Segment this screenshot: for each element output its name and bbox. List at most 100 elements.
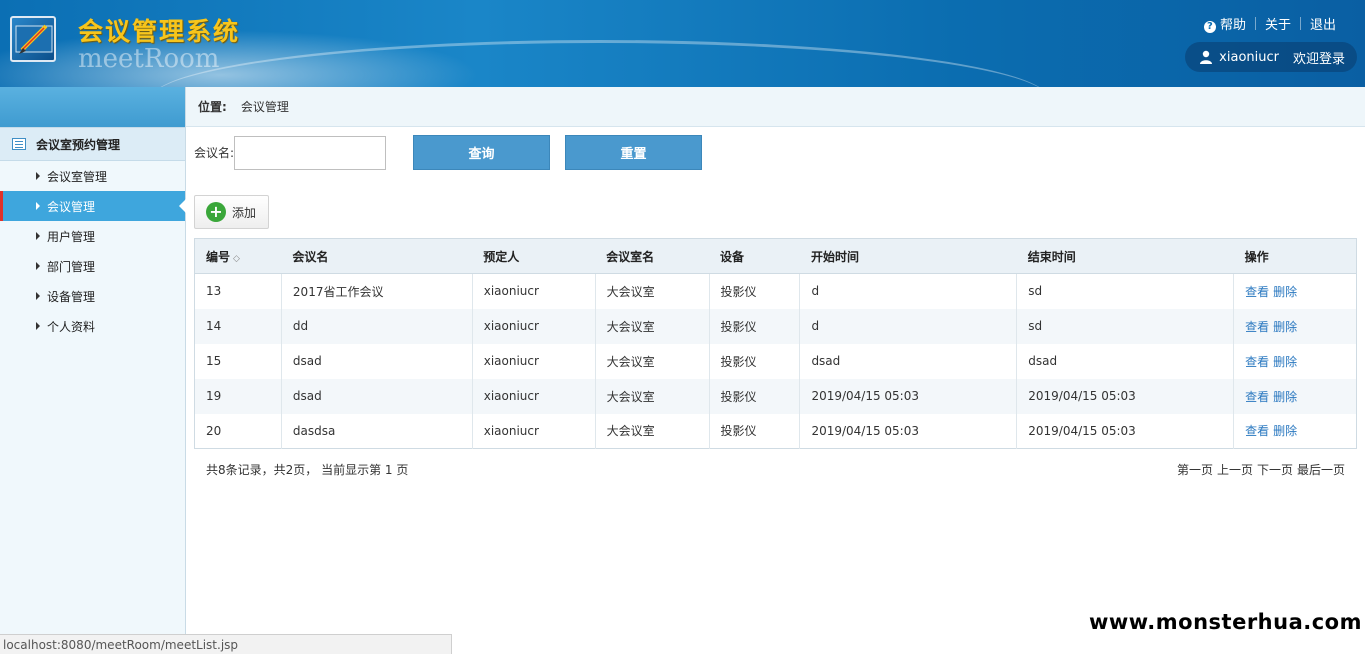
browser-status-url: localhost:8080/meetRoom/meetList.jsp <box>0 634 452 654</box>
caret-right-icon <box>36 292 40 300</box>
cell-device: 投影仪 <box>709 308 801 344</box>
about-link[interactable]: 关于 <box>1256 14 1300 33</box>
sidebar-item-device-management[interactable]: 设备管理 <box>0 281 185 311</box>
caret-right-icon <box>36 232 40 240</box>
column-header-device: 设备 <box>709 238 800 274</box>
last-page-link[interactable]: 最后一页 <box>1297 461 1345 478</box>
prev-page-link[interactable]: 上一页 <box>1217 461 1253 478</box>
cell-name: dd <box>281 308 473 344</box>
help-label: 帮助 <box>1219 18 1246 33</box>
cell-end: 2019/04/15 05:03 <box>1016 378 1235 414</box>
sidebar-item-label: 用户管理 <box>47 229 96 244</box>
table-row: 20 dasdsa xiaoniucr 大会议室 投影仪 2019/04/15 … <box>194 413 1357 449</box>
user-icon <box>1200 50 1213 64</box>
view-link[interactable]: 查看 <box>1245 320 1269 334</box>
cell-actions: 查看 删除 <box>1233 308 1357 344</box>
help-link[interactable]: ? 帮助 <box>1195 14 1255 33</box>
sidebar-item-label: 会议管理 <box>47 199 96 214</box>
breadcrumb: 位置: 会议管理 <box>186 87 1365 127</box>
cell-booker: xiaoniucr <box>472 273 596 309</box>
cell-end: dsad <box>1016 343 1235 379</box>
cell-end: sd <box>1016 308 1235 344</box>
search-form: 会议名: 查询 重置 <box>194 135 703 170</box>
top-links: ? 帮助 关于 退出 <box>1195 14 1345 33</box>
logout-link[interactable]: 退出 <box>1301 14 1345 33</box>
meeting-name-input[interactable] <box>234 135 387 170</box>
sidebar-item-meeting-management[interactable]: 会议管理 <box>0 191 186 221</box>
cell-id: 14 <box>194 308 282 344</box>
cell-booker: xiaoniucr <box>472 343 596 379</box>
cell-start: 2019/04/15 05:03 <box>799 378 1018 414</box>
cell-end: 2019/04/15 05:03 <box>1016 413 1235 449</box>
cell-booker: xiaoniucr <box>472 378 596 414</box>
cell-actions: 查看 删除 <box>1234 344 1357 379</box>
watermark: www.monsterhua.com <box>1088 610 1362 634</box>
first-page-link[interactable]: 第一页 <box>1177 461 1213 478</box>
caret-right-icon <box>36 202 40 210</box>
cell-actions: 查看 删除 <box>1233 378 1357 414</box>
user-info: xiaoniucr 欢迎登录 <box>1185 42 1357 72</box>
view-link[interactable]: 查看 <box>1245 285 1269 299</box>
table-row: 19 dsad xiaoniucr 大会议室 投影仪 2019/04/15 05… <box>194 378 1357 414</box>
cell-id: 20 <box>194 413 282 449</box>
meeting-table: 编号 ◇ 会议名 预定人 会议室名 设备 开始时间 结束时间 操作 13 2017… <box>194 238 1357 449</box>
column-header-room: 会议室名 <box>595 238 710 274</box>
cell-start: d <box>799 273 1018 309</box>
query-button[interactable]: 查询 <box>413 135 551 170</box>
delete-link[interactable]: 删除 <box>1273 285 1297 299</box>
cell-room: 大会议室 <box>595 308 710 344</box>
cell-name: dsad <box>281 343 473 379</box>
cell-device: 投影仪 <box>709 413 801 449</box>
delete-link[interactable]: 删除 <box>1273 320 1297 334</box>
list-icon <box>12 138 26 150</box>
sort-icon: ◇ <box>233 253 240 264</box>
column-header-booker: 预定人 <box>472 238 596 274</box>
sidebar-top-bar <box>0 87 185 127</box>
reset-button[interactable]: 重置 <box>565 135 703 170</box>
cell-actions: 查看 删除 <box>1234 274 1357 309</box>
sidebar-item-label: 部门管理 <box>47 259 96 274</box>
username: xiaoniucr <box>1219 49 1279 65</box>
table-row: 13 2017省工作会议 xiaoniucr 大会议室 投影仪 d sd 查看删… <box>194 273 1357 309</box>
breadcrumb-current: 会议管理 <box>240 100 289 114</box>
cell-name: 2017省工作会议 <box>281 273 473 309</box>
table-row: 14 dd xiaoniucr 大会议室 投影仪 d sd 查看 删除 <box>194 308 1357 344</box>
delete-link[interactable]: 删除 <box>1273 355 1297 369</box>
cell-room: 大会议室 <box>595 273 710 309</box>
caret-right-icon <box>36 172 40 180</box>
sidebar-item-room-management[interactable]: 会议室管理 <box>0 161 185 191</box>
column-header-id[interactable]: 编号 ◇ <box>194 238 282 274</box>
table-row: 15 dsad xiaoniucr 大会议室 投影仪 dsad dsad 查看删… <box>194 343 1357 379</box>
caret-right-icon <box>36 322 40 330</box>
sidebar-item-department-management[interactable]: 部门管理 <box>0 251 185 281</box>
view-link[interactable]: 查看 <box>1245 424 1269 438</box>
sidebar-item-user-management[interactable]: 用户管理 <box>0 221 185 251</box>
sidebar-group-meeting-booking[interactable]: 会议室预约管理 <box>0 127 185 161</box>
column-header-label: 编号 <box>206 249 231 264</box>
view-link[interactable]: 查看 <box>1245 355 1269 369</box>
add-button[interactable]: + 添加 <box>194 195 269 229</box>
sidebar-item-profile[interactable]: 个人资料 <box>0 311 185 341</box>
column-header-end: 结束时间 <box>1016 238 1234 274</box>
cell-room: 大会议室 <box>595 343 710 379</box>
cell-id: 19 <box>194 378 282 414</box>
sidebar-group-label: 会议室预约管理 <box>36 137 121 152</box>
app-logo-icon <box>10 16 56 62</box>
cell-name: dasdsa <box>281 413 473 449</box>
delete-link[interactable]: 删除 <box>1273 390 1297 404</box>
next-page-link[interactable]: 下一页 <box>1257 461 1293 478</box>
delete-link[interactable]: 删除 <box>1273 424 1297 438</box>
cell-id: 13 <box>194 273 282 309</box>
app-subtitle: meetRoom <box>78 44 220 74</box>
app-header: 会议管理系统 meetRoom ? 帮助 关于 退出 xiaoniucr 欢迎登录 <box>0 0 1365 87</box>
cell-device: 投影仪 <box>709 378 801 414</box>
view-link[interactable]: 查看 <box>1245 390 1269 404</box>
help-icon: ? <box>1203 21 1216 33</box>
cell-room: 大会议室 <box>595 378 710 414</box>
column-header-name: 会议名 <box>281 238 473 274</box>
sidebar-item-label: 设备管理 <box>47 289 96 304</box>
column-header-actions: 操作 <box>1233 238 1357 274</box>
cell-actions: 查看 删除 <box>1234 414 1357 449</box>
column-header-start: 开始时间 <box>799 238 1017 274</box>
breadcrumb-label: 位置: <box>198 100 227 114</box>
